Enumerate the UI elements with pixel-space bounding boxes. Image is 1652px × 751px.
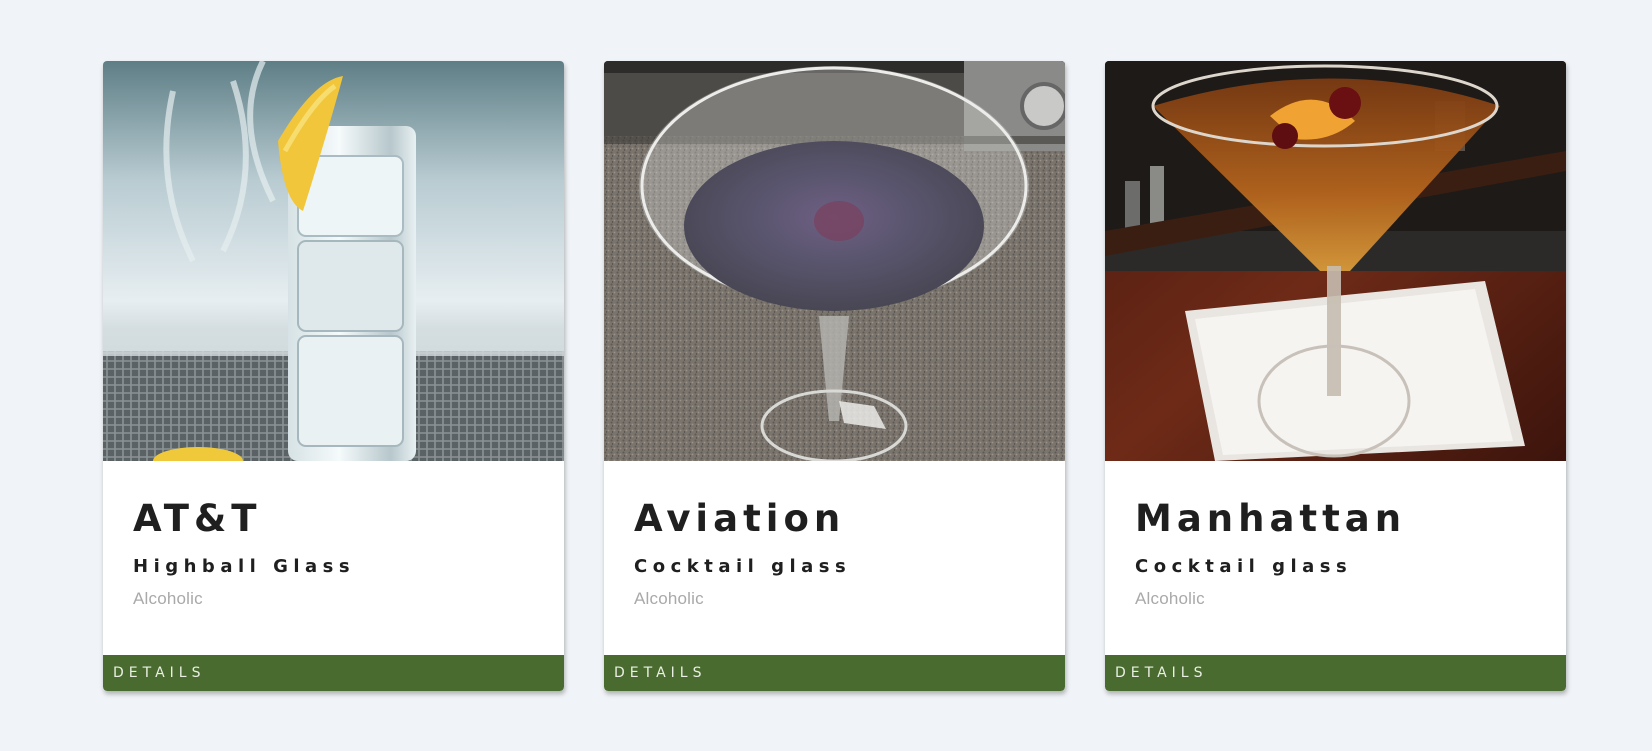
cocktail-card: AT&T Highball Glass Alcoholic DETAILS <box>103 61 564 691</box>
highball-glass-photo <box>103 61 564 461</box>
cocktail-glass-photo <box>604 61 1065 461</box>
cocktail-name: Aviation <box>634 497 846 540</box>
cocktail-glass: Cocktail glass <box>1135 555 1353 577</box>
details-button[interactable]: DETAILS <box>604 655 1065 691</box>
cocktail-photo-att[interactable] <box>103 61 564 461</box>
cocktail-glass: Highball Glass <box>133 555 356 577</box>
card-body: Manhattan Cocktail glass Alcoholic <box>1105 461 1566 655</box>
cocktail-category: Alcoholic <box>634 588 704 608</box>
cocktail-grid: AT&T Highball Glass Alcoholic DETAILS Av… <box>103 61 1566 691</box>
cocktail-glass: Cocktail glass <box>634 555 852 577</box>
cocktail-name: AT&T <box>133 497 262 540</box>
martini-glass-photo <box>1105 61 1566 461</box>
card-body: Aviation Cocktail glass Alcoholic <box>604 461 1065 655</box>
cocktail-category: Alcoholic <box>133 588 203 608</box>
cocktail-card: Aviation Cocktail glass Alcoholic DETAIL… <box>604 61 1065 691</box>
details-button[interactable]: DETAILS <box>1105 655 1566 691</box>
cocktail-name: Manhattan <box>1135 497 1407 540</box>
cocktail-photo-manhattan[interactable] <box>1105 61 1566 461</box>
cocktail-card: Manhattan Cocktail glass Alcoholic DETAI… <box>1105 61 1566 691</box>
details-button[interactable]: DETAILS <box>103 655 564 691</box>
cocktail-category: Alcoholic <box>1135 588 1205 608</box>
cocktail-photo-aviation[interactable] <box>604 61 1065 461</box>
card-body: AT&T Highball Glass Alcoholic <box>103 461 564 655</box>
